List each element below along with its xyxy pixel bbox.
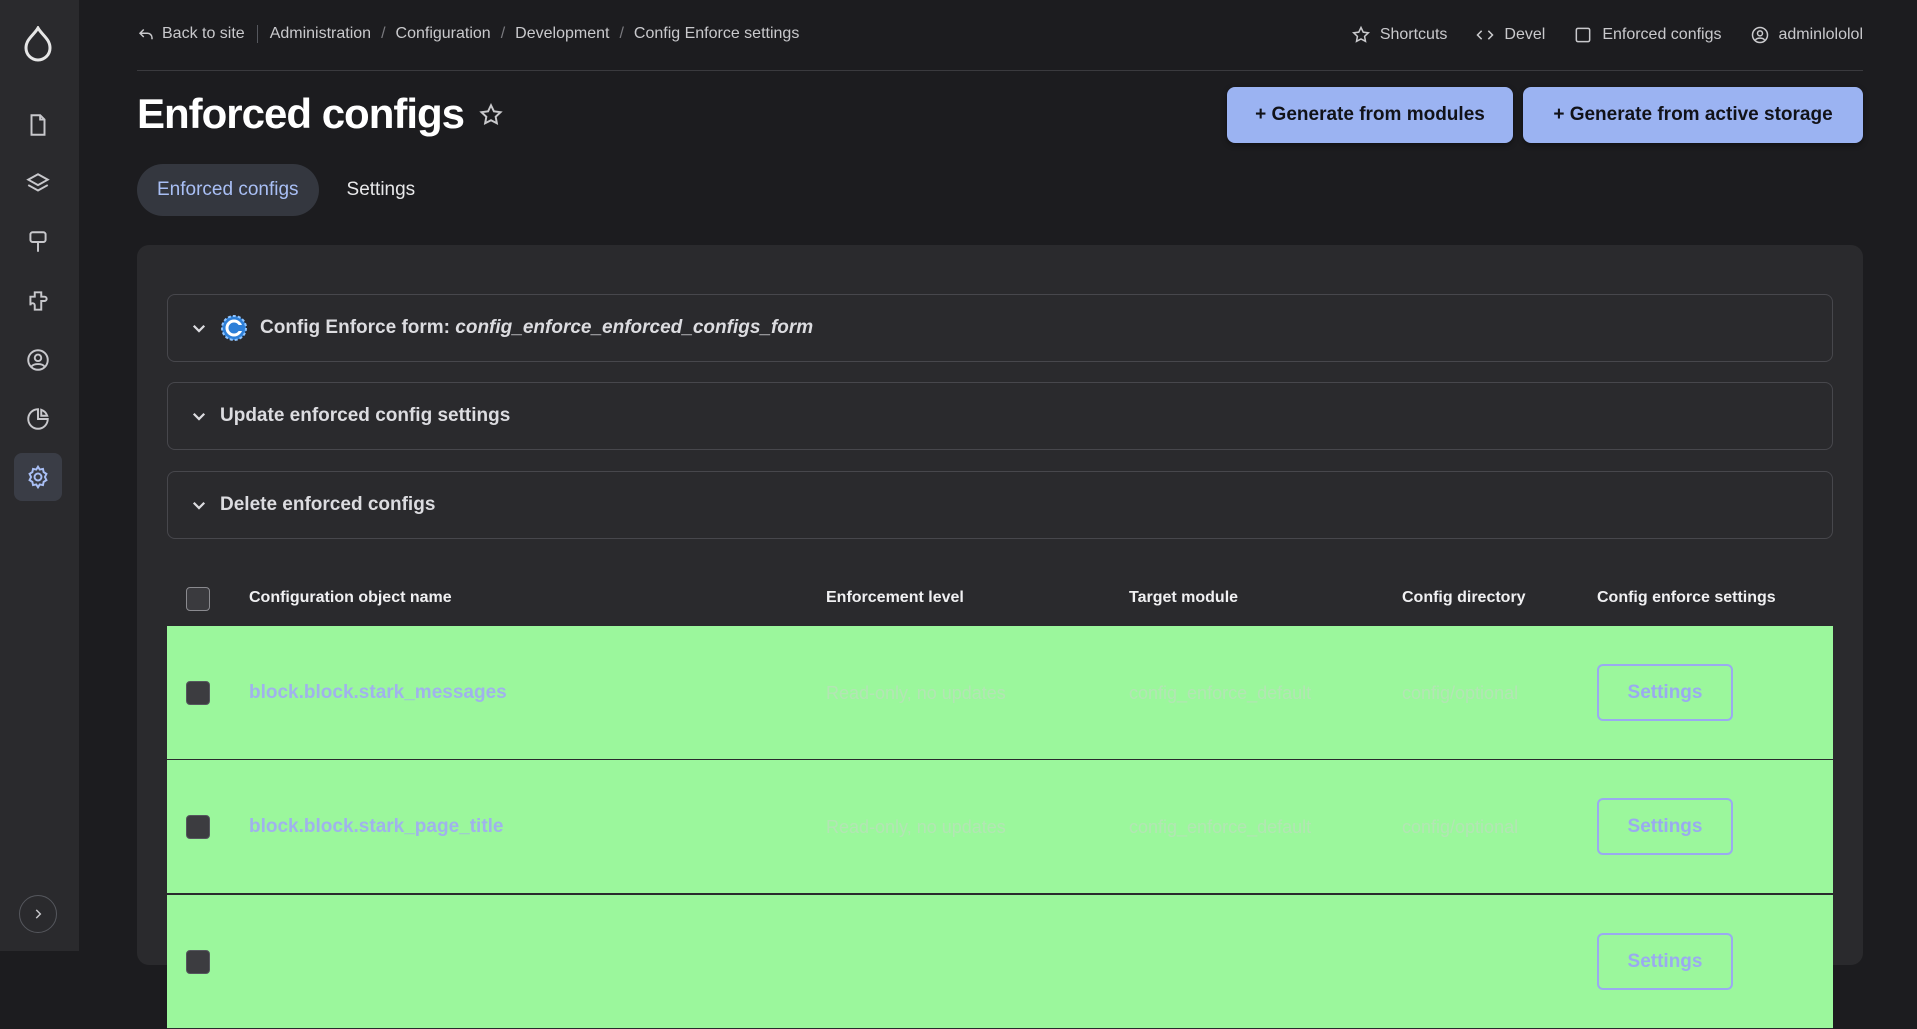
row-checkbox[interactable] xyxy=(186,815,210,839)
config-name-link[interactable]: block.block.stark_page_title xyxy=(249,816,504,838)
devel-link[interactable]: Devel xyxy=(1475,25,1545,45)
user-name: adminlololol xyxy=(1778,26,1864,43)
column-header-config-enforce-settings: Config enforce settings xyxy=(1597,589,1776,606)
table-row: block.block.stark_page_title Read-only, … xyxy=(167,760,1833,894)
code-icon xyxy=(1476,30,1494,40)
sidebar-rail xyxy=(0,0,79,951)
enforcement-level: Read-only, no updates xyxy=(826,817,1006,837)
update-settings-label: Update enforced config settings xyxy=(220,405,511,426)
devel-label: Devel xyxy=(1504,26,1546,43)
config-directory: config/optional xyxy=(1402,817,1519,837)
breadcrumb-configuration[interactable]: Configuration xyxy=(396,25,491,43)
shortcuts-label: Shortcuts xyxy=(1379,26,1448,43)
column-header-enforcement-level: Enforcement level xyxy=(826,589,964,606)
accordion-form-label: Config Enforce form: config_enforce_enfo… xyxy=(260,317,813,339)
enforced-configs-link[interactable]: Enforced configs xyxy=(1573,25,1722,45)
chevron-down-icon xyxy=(192,412,206,421)
star-icon xyxy=(1351,25,1370,43)
breadcrumb-development[interactable]: Development xyxy=(515,25,609,43)
tab-settings[interactable]: Settings xyxy=(327,164,436,216)
user-avatar-icon xyxy=(1751,26,1768,44)
people-icon[interactable] xyxy=(14,336,62,384)
table-row: Settings xyxy=(167,895,1833,1029)
config-enforce-form-accordion[interactable]: Config Enforce form: config_enforce_enfo… xyxy=(167,294,1833,362)
page-title-row: Enforced configs xyxy=(137,90,504,138)
appearance-icon[interactable] xyxy=(14,218,62,266)
content-icon[interactable] xyxy=(14,101,62,149)
generate-from-active-storage-button[interactable]: + Generate from active storage xyxy=(1523,87,1863,143)
user-menu[interactable]: adminlololol xyxy=(1750,25,1864,45)
checkbox-square-icon xyxy=(1575,27,1591,43)
shortcuts-link[interactable]: Shortcuts xyxy=(1351,25,1448,45)
tab-enforced-configs[interactable]: Enforced configs xyxy=(137,164,319,216)
back-to-site-link[interactable]: Back to site xyxy=(137,25,258,43)
main-panel: Config Enforce form: config_enforce_enfo… xyxy=(137,245,1863,1029)
breadcrumb-separator: / xyxy=(381,25,386,42)
form-label-text: Config Enforce form: xyxy=(260,317,456,338)
config-directory: config/optional xyxy=(1402,683,1519,703)
back-arrow-icon xyxy=(138,28,153,40)
config-enforce-gear-icon xyxy=(221,315,247,341)
table-row: block.block.stark_messages Read-only, no… xyxy=(167,626,1833,760)
favorite-star-icon[interactable] xyxy=(478,90,504,138)
column-header-config-directory: Config directory xyxy=(1402,589,1526,606)
reports-icon[interactable] xyxy=(14,395,62,443)
config-name-link[interactable]: block.block.stark_messages xyxy=(249,682,507,704)
expand-sidebar-button[interactable] xyxy=(19,895,57,933)
chevron-down-icon xyxy=(192,324,206,333)
row-settings-button[interactable]: Settings xyxy=(1597,933,1733,990)
structure-icon[interactable] xyxy=(14,160,62,208)
row-checkbox[interactable] xyxy=(186,950,210,974)
form-id-text: config_enforce_enforced_configs_form xyxy=(455,317,814,338)
generate-from-modules-button[interactable]: + Generate from modules xyxy=(1227,87,1513,143)
target-module: config_enforce_default xyxy=(1129,817,1312,837)
chevron-right-icon xyxy=(35,909,42,919)
breadcrumb-separator: / xyxy=(500,25,506,42)
delete-configs-accordion[interactable]: Delete enforced configs xyxy=(167,471,1833,539)
enforcement-level: Read-only, no updates xyxy=(826,683,1006,703)
configuration-gear-icon[interactable] xyxy=(14,453,62,501)
target-module: config_enforce_default xyxy=(1129,683,1312,703)
column-header-name: Configuration object name xyxy=(249,589,452,606)
select-all-checkbox[interactable] xyxy=(186,587,210,611)
tabs: Enforced configs Settings xyxy=(137,164,435,216)
top-nav: Shortcuts Devel Enforced configs adminlo… xyxy=(1351,25,1863,45)
chevron-down-icon xyxy=(192,501,206,510)
row-settings-button[interactable]: Settings xyxy=(1597,798,1733,855)
enforced-configs-label: Enforced configs xyxy=(1602,26,1722,43)
breadcrumb-separator: / xyxy=(619,25,624,42)
breadcrumb-config-enforce-settings[interactable]: Config Enforce settings xyxy=(634,25,799,43)
back-to-site-label: Back to site xyxy=(162,25,245,42)
row-checkbox[interactable] xyxy=(186,681,210,705)
column-header-target-module: Target module xyxy=(1129,589,1239,606)
page-title: Enforced configs xyxy=(137,90,465,137)
update-settings-accordion[interactable]: Update enforced config settings xyxy=(167,382,1833,450)
drupal-logo-icon[interactable] xyxy=(22,26,54,62)
extend-icon[interactable] xyxy=(14,277,62,325)
breadcrumb: Back to site Administration / Configurat… xyxy=(137,25,799,43)
delete-configs-label: Delete enforced configs xyxy=(220,494,436,515)
breadcrumb-administration[interactable]: Administration xyxy=(270,25,371,43)
row-settings-button[interactable]: Settings xyxy=(1597,664,1733,721)
top-bar: Back to site Administration / Configurat… xyxy=(137,0,1863,71)
table-header: Configuration object name Enforcement le… xyxy=(167,565,1833,630)
